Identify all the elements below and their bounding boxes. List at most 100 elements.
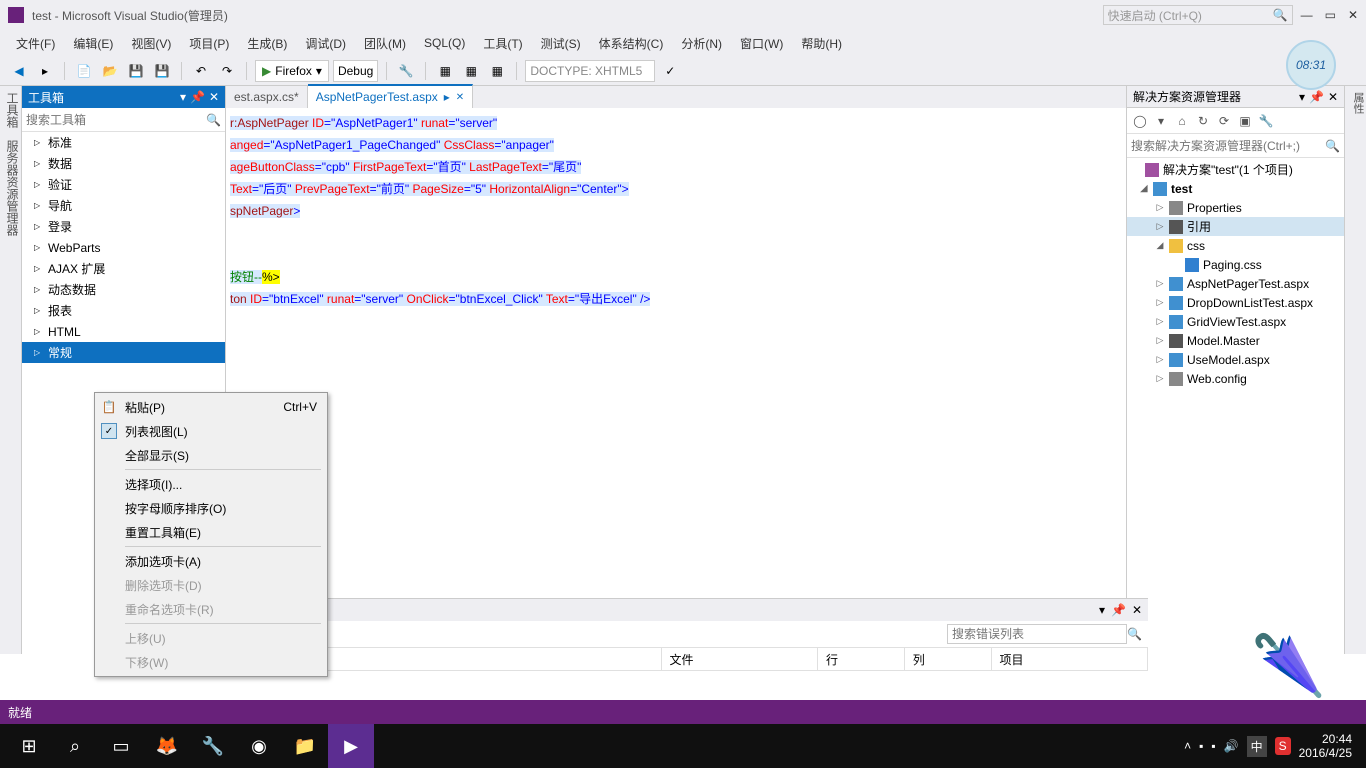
tree-item[interactable]: ▷引用: [1127, 217, 1344, 236]
solution-dropdown-icon[interactable]: ▾: [1299, 90, 1305, 104]
ctx-item[interactable]: 📋粘贴(P)Ctrl+V: [97, 395, 325, 419]
tree-item[interactable]: ◢test: [1127, 179, 1344, 198]
err-dropdown-icon[interactable]: ▾: [1099, 603, 1105, 617]
ctx-item[interactable]: 添加选项卡(A): [97, 549, 325, 573]
search-icon[interactable]: 🔍: [1325, 139, 1340, 153]
sol-prop-icon[interactable]: 🔧: [1257, 112, 1275, 130]
menu-project[interactable]: 项目(P): [181, 32, 237, 55]
tree-item[interactable]: Paging.css: [1127, 255, 1344, 274]
open-file-button[interactable]: 📂: [99, 60, 121, 82]
menu-edit[interactable]: 编辑(E): [65, 32, 121, 55]
ctx-item[interactable]: 按字母顺序排序(O): [97, 496, 325, 520]
sol-refresh-icon[interactable]: ↻: [1194, 112, 1212, 130]
code-editor[interactable]: r:AspNetPager ID="AspNetPager1" runat="s…: [226, 108, 1126, 630]
menu-analyze[interactable]: 分析(N): [673, 32, 730, 55]
sol-fwd-icon[interactable]: ▾: [1152, 112, 1170, 130]
tool-button-5[interactable]: ✓: [659, 60, 681, 82]
sol-sync-icon[interactable]: ⟳: [1215, 112, 1233, 130]
toolbox-dropdown-icon[interactable]: ▾: [180, 90, 186, 104]
maximize-button[interactable]: ▭: [1325, 8, 1336, 22]
toolbox-item-AJAX 扩展[interactable]: ▷AJAX 扩展: [22, 258, 225, 279]
sol-back-icon[interactable]: ◯: [1131, 112, 1149, 130]
taskview-button[interactable]: ▭: [98, 724, 144, 768]
tray-volume-icon[interactable]: 🔊: [1224, 739, 1239, 753]
explorer-icon[interactable]: 📁: [282, 724, 328, 768]
menu-sql[interactable]: SQL(Q): [416, 33, 473, 53]
solution-close-icon[interactable]: ✕: [1328, 90, 1338, 104]
config-combo[interactable]: Debug: [333, 60, 378, 82]
col-file[interactable]: 文件: [662, 648, 819, 670]
tree-item[interactable]: ▷Model.Master: [1127, 331, 1344, 350]
tree-item[interactable]: ▷Web.config: [1127, 369, 1344, 388]
ctx-item[interactable]: 全部显示(S): [97, 443, 325, 467]
tab-aspnetpagertest[interactable]: AspNetPagerTest.aspx ▸ ✕: [308, 84, 473, 108]
menu-view[interactable]: 视图(V): [123, 32, 179, 55]
toolbox-pin-icon[interactable]: 📌: [190, 90, 205, 104]
tab-close-icon[interactable]: ✕: [456, 92, 464, 103]
tool-button-3[interactable]: ▦: [460, 60, 482, 82]
save-all-button[interactable]: 💾: [151, 60, 173, 82]
run-button[interactable]: ▶ Firefox ▾: [255, 60, 329, 82]
tree-item[interactable]: ▷DropDownListTest.aspx: [1127, 293, 1344, 312]
tree-item[interactable]: ▷GridViewTest.aspx: [1127, 312, 1344, 331]
tree-item[interactable]: ▷UseModel.aspx: [1127, 350, 1344, 369]
toolbox-item-验证[interactable]: ▷验证: [22, 174, 225, 195]
menu-debug[interactable]: 调试(D): [297, 32, 354, 55]
redo-button[interactable]: ↷: [216, 60, 238, 82]
ctx-item[interactable]: 重置工具箱(E): [97, 520, 325, 544]
ctx-item[interactable]: 选择项(I)...: [97, 472, 325, 496]
tree-item[interactable]: ▷Properties: [1127, 198, 1344, 217]
col-column[interactable]: 列: [905, 648, 992, 670]
minimize-button[interactable]: —: [1301, 8, 1313, 22]
toolbox-item-登录[interactable]: ▷登录: [22, 216, 225, 237]
menu-help[interactable]: 帮助(H): [793, 32, 850, 55]
nav-forward-button[interactable]: ▸: [34, 60, 56, 82]
doctype-combo[interactable]: DOCTYPE: XHTML5: [525, 60, 655, 82]
app-icon-2[interactable]: ◉: [236, 724, 282, 768]
tool-button-2[interactable]: ▦: [434, 60, 456, 82]
tray-up-icon[interactable]: ˄: [1184, 739, 1191, 753]
err-close-icon[interactable]: ✕: [1132, 603, 1142, 617]
col-line[interactable]: 行: [818, 648, 905, 670]
tree-item[interactable]: ◢css: [1127, 236, 1344, 255]
tool-button-4[interactable]: ▦: [486, 60, 508, 82]
toolbox-close-icon[interactable]: ✕: [209, 90, 219, 104]
menu-architecture[interactable]: 体系结构(C): [591, 32, 672, 55]
toolbox-item-动态数据[interactable]: ▷动态数据: [22, 279, 225, 300]
tray-icon[interactable]: ▪: [1211, 739, 1215, 753]
tool-button-1[interactable]: 🔧: [395, 60, 417, 82]
toolbox-item-标准[interactable]: ▷标准: [22, 132, 225, 153]
visual-studio-icon[interactable]: ▶: [328, 724, 374, 768]
toolbox-item-报表[interactable]: ▷报表: [22, 300, 225, 321]
err-pin-icon[interactable]: 📌: [1111, 603, 1126, 617]
ctx-item[interactable]: ✓列表视图(L): [97, 419, 325, 443]
firefox-icon[interactable]: 🦊: [144, 724, 190, 768]
toolbox-item-常规[interactable]: ▷常规: [22, 342, 225, 363]
toolbox-search-input[interactable]: [26, 113, 206, 127]
start-button[interactable]: ⊞: [6, 724, 52, 768]
col-project[interactable]: 项目: [992, 648, 1149, 670]
solution-search-input[interactable]: [1131, 139, 1325, 153]
app-icon-1[interactable]: 🔧: [190, 724, 236, 768]
search-button[interactable]: ⌕: [52, 724, 98, 768]
tree-item[interactable]: 解决方案"test"(1 个项目): [1127, 160, 1344, 179]
toolbox-item-HTML[interactable]: ▷HTML: [22, 321, 225, 342]
tray-ime-icon[interactable]: 中: [1247, 736, 1267, 757]
close-button[interactable]: ✕: [1348, 8, 1358, 22]
toolbox-item-数据[interactable]: ▷数据: [22, 153, 225, 174]
new-project-button[interactable]: 📄: [73, 60, 95, 82]
error-search-input[interactable]: [947, 624, 1127, 644]
menu-build[interactable]: 生成(B): [239, 32, 295, 55]
toolbox-item-WebParts[interactable]: ▷WebParts: [22, 237, 225, 258]
solution-pin-icon[interactable]: 📌: [1309, 90, 1324, 104]
vtab-right[interactable]: 属性: [1344, 86, 1366, 654]
save-button[interactable]: 💾: [125, 60, 147, 82]
menu-team[interactable]: 团队(M): [356, 32, 414, 55]
nav-back-button[interactable]: ◀: [8, 60, 30, 82]
toolbox-item-导航[interactable]: ▷导航: [22, 195, 225, 216]
undo-button[interactable]: ↶: [190, 60, 212, 82]
quick-launch-input[interactable]: 快速启动 (Ctrl+Q) 🔍: [1103, 5, 1293, 25]
tree-item[interactable]: ▷AspNetPagerTest.aspx: [1127, 274, 1344, 293]
search-icon[interactable]: 🔍: [206, 113, 221, 127]
search-icon[interactable]: 🔍: [1127, 627, 1142, 641]
